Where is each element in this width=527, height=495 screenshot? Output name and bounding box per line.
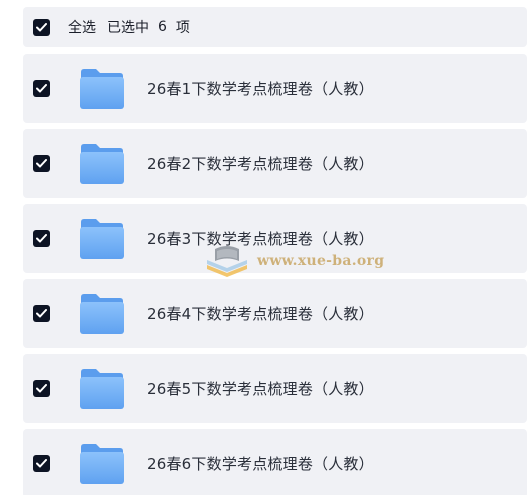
checkmark-icon — [36, 159, 47, 168]
file-row[interactable]: 26春2下数学考点梳理卷（人教） — [23, 129, 527, 198]
file-name[interactable]: 26春1下数学考点梳理卷（人教） — [147, 78, 374, 99]
selected-prefix: 已选中 — [107, 20, 149, 36]
select-all-label[interactable]: 全选 — [68, 17, 96, 37]
checkmark-icon — [36, 459, 47, 468]
selection-summary: 全选 已选中 6 项 — [68, 17, 190, 37]
file-selection-panel: 全选 已选中 6 项 26春1下数学考点梳理卷（人教） 26春2下数学考点梳理卷（… — [0, 0, 527, 495]
file-list: 26春1下数学考点梳理卷（人教） 26春2下数学考点梳理卷（人教） 26春3下数学考… — [23, 54, 527, 495]
file-name[interactable]: 26春4下数学考点梳理卷（人教） — [147, 303, 374, 324]
checkmark-icon — [36, 384, 47, 393]
selected-count: 6 — [158, 19, 167, 35]
file-name[interactable]: 26春2下数学考点梳理卷（人教） — [147, 153, 374, 174]
file-checkbox[interactable] — [33, 455, 50, 472]
file-row[interactable]: 26春1下数学考点梳理卷（人教） — [23, 54, 527, 123]
folder-icon — [79, 218, 125, 260]
select-all-checkbox[interactable] — [33, 18, 50, 36]
checkmark-icon — [36, 309, 47, 318]
file-name[interactable]: 26春5下数学考点梳理卷（人教） — [147, 378, 374, 399]
checkmark-icon — [36, 22, 47, 31]
file-row[interactable]: 26春3下数学考点梳理卷（人教） — [23, 204, 527, 273]
file-checkbox[interactable] — [33, 305, 50, 322]
folder-icon — [79, 68, 125, 110]
file-name[interactable]: 26春6下数学考点梳理卷（人教） — [147, 453, 374, 474]
folder-icon — [79, 293, 125, 335]
folder-icon — [79, 143, 125, 185]
file-row[interactable]: 26春4下数学考点梳理卷（人教） — [23, 279, 527, 348]
file-checkbox[interactable] — [33, 155, 50, 172]
file-name[interactable]: 26春3下数学考点梳理卷（人教） — [147, 228, 374, 249]
file-row[interactable]: 26春5下数学考点梳理卷（人教） — [23, 354, 527, 423]
file-checkbox[interactable] — [33, 380, 50, 397]
checkmark-icon — [36, 234, 47, 243]
folder-icon — [79, 368, 125, 410]
file-checkbox[interactable] — [33, 80, 50, 97]
file-checkbox[interactable] — [33, 230, 50, 247]
file-row[interactable]: 26春6下数学考点梳理卷（人教） — [23, 429, 527, 495]
selected-suffix: 项 — [175, 20, 190, 36]
select-all-bar: 全选 已选中 6 项 — [23, 7, 527, 47]
folder-icon — [79, 443, 125, 485]
checkmark-icon — [36, 84, 47, 93]
